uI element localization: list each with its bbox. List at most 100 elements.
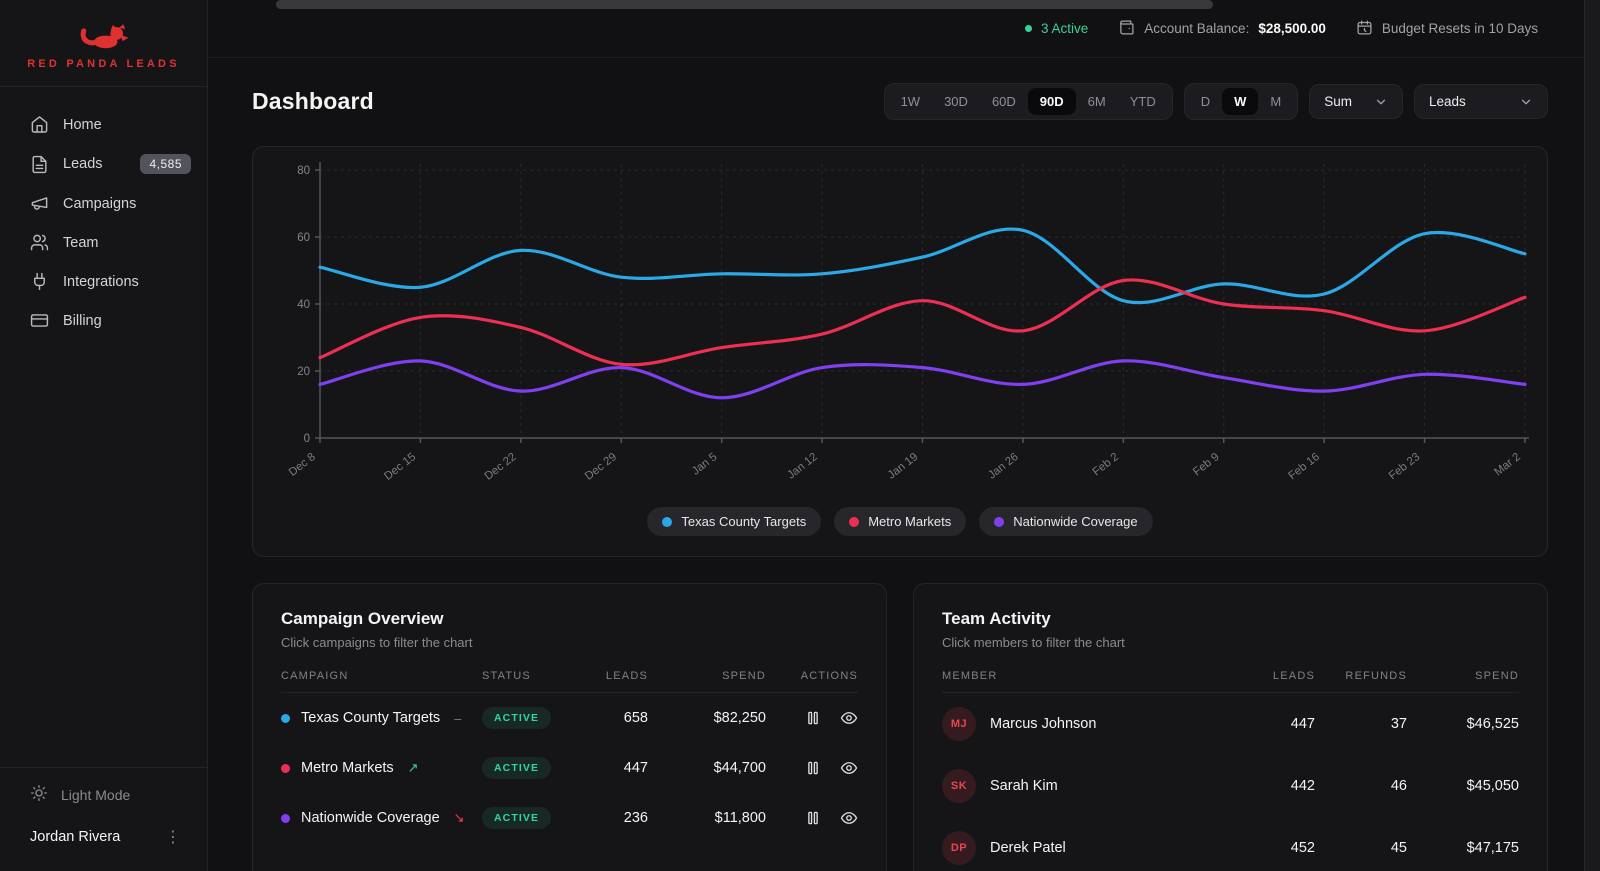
balance-label: Account Balance: [1144, 21, 1249, 36]
sidebar-item-home[interactable]: Home [0, 105, 207, 144]
sidebar-item-billing[interactable]: Billing [0, 301, 207, 340]
avatar: MJ [942, 707, 976, 741]
metric-select[interactable]: Leads [1414, 84, 1548, 119]
trend-flat-icon: – [454, 711, 461, 726]
x-tick-label: Dec 29 [583, 451, 619, 483]
page-title: Dashboard [252, 88, 374, 115]
theme-toggle-label: Light Mode [61, 787, 130, 803]
range-90d[interactable]: 90D [1028, 88, 1076, 115]
plug-icon [30, 272, 49, 291]
spend-value: $44,700 [648, 760, 766, 776]
column-header: REFUNDS [1315, 670, 1407, 682]
sidebar-item-label: Home [63, 117, 102, 133]
legend-item[interactable]: Metro Markets [834, 507, 966, 536]
x-tick-label: Jan 19 [886, 451, 921, 482]
sidebar-item-leads[interactable]: Leads4,585 [0, 144, 207, 184]
metric-value: Leads [1429, 94, 1466, 109]
column-header: LEADS [1243, 670, 1315, 682]
sidebar-item-team[interactable]: Team [0, 223, 207, 262]
sidebar-footer: Light Mode Jordan Rivera ⋮ [0, 767, 207, 871]
sun-icon [30, 784, 48, 805]
column-header: CAMPAIGN [281, 670, 482, 682]
legend-label: Metro Markets [868, 514, 951, 529]
team-member-row[interactable]: SKSarah Kim44246$45,050 [942, 755, 1519, 817]
scrollbar-track[interactable] [1584, 0, 1600, 871]
campaign-table-header: CAMPAIGNSTATUSLEADSSPENDACTIONS [281, 650, 858, 693]
pause-icon[interactable] [804, 759, 822, 777]
kebab-menu-icon[interactable]: ⋮ [165, 827, 181, 847]
member-name: Derek Patel [990, 840, 1066, 856]
campaign-overview-title: Campaign Overview [281, 609, 858, 629]
column-header: SPEND [648, 670, 766, 682]
status-badge: ACTIVE [482, 807, 551, 829]
team-member-row[interactable]: MJMarcus Johnson44737$46,525 [942, 693, 1519, 755]
chevron-down-icon [1519, 95, 1533, 109]
x-tick-label: Feb 16 [1286, 451, 1322, 483]
legend-item[interactable]: Texas County Targets [647, 507, 821, 536]
legend-dot [849, 517, 859, 527]
eye-icon[interactable] [840, 709, 858, 727]
x-tick-label: Feb 2 [1091, 451, 1122, 479]
refunds-value: 46 [1315, 778, 1407, 794]
range-60d[interactable]: 60D [980, 88, 1028, 115]
refunds-value: 45 [1315, 840, 1407, 856]
home-icon [30, 115, 49, 134]
campaign-row[interactable]: Nationwide Coverage↘ACTIVE236$11,800 [281, 793, 858, 843]
campaign-overview-subtitle: Click campaigns to filter the chart [281, 635, 858, 650]
x-tick-label: Jan 26 [986, 451, 1021, 482]
leads-value: 447 [1243, 716, 1315, 732]
pause-icon[interactable] [804, 809, 822, 827]
y-tick-label: 80 [297, 165, 310, 177]
range-ytd[interactable]: YTD [1118, 88, 1168, 115]
window-chrome-bar [276, 0, 1213, 9]
sidebar-item-integrations[interactable]: Integrations [0, 262, 207, 301]
eye-icon[interactable] [840, 809, 858, 827]
chart-legend: Texas County Targets Metro Markets Nationw… [253, 507, 1547, 536]
status-dot [1025, 25, 1032, 32]
status-label: 3 Active [1041, 21, 1088, 36]
campaign-row[interactable]: Metro Markets↗ACTIVE447$44,700 [281, 743, 858, 793]
x-tick-label: Jan 12 [785, 451, 820, 482]
megaphone-icon [30, 194, 49, 213]
granularity-w[interactable]: W [1222, 88, 1258, 115]
pause-icon[interactable] [804, 709, 822, 727]
sidebar-item-label: Billing [63, 313, 102, 329]
budget-label: Budget Resets in 10 Days [1382, 21, 1538, 36]
legend-item[interactable]: Nationwide Coverage [979, 507, 1152, 536]
eye-icon[interactable] [840, 759, 858, 777]
column-header: STATUS [482, 670, 578, 682]
leads-chart: 020406080Dec 8Dec 15Dec 22Dec 29Jan 5Jan… [253, 147, 1533, 499]
leads-value: 658 [578, 710, 648, 726]
column-header: SPEND [1407, 670, 1519, 682]
campaign-row[interactable]: Texas County Targets–ACTIVE658$82,250 [281, 693, 858, 743]
x-tick-label: Feb 23 [1387, 451, 1423, 483]
user-menu[interactable]: Jordan Rivera ⋮ [0, 815, 207, 853]
sidebar-item-campaigns[interactable]: Campaigns [0, 184, 207, 223]
x-tick-label: Dec 15 [382, 451, 418, 483]
campaign-table-body: Texas County Targets–ACTIVE658$82,250Met… [281, 693, 858, 843]
theme-toggle[interactable]: Light Mode [0, 768, 207, 815]
header-controls: 1W30D60D90D6MYTD DWM Sum Leads [884, 83, 1548, 120]
column-header: ACTIONS [766, 670, 858, 682]
brand-name: RED PANDA LEADS [10, 58, 197, 70]
x-tick-label: Mar 2 [1492, 451, 1523, 479]
chevron-down-icon [1374, 95, 1388, 109]
aggregation-select[interactable]: Sum [1309, 84, 1403, 119]
avatar: SK [942, 769, 976, 803]
campaign-name: Texas County Targets [301, 710, 440, 726]
series-color-dot [281, 714, 290, 723]
sidebar-nav: Home Leads4,585CampaignsTeamIntegrations B… [0, 87, 207, 767]
column-header: MEMBER [942, 670, 1243, 682]
granularity-m[interactable]: M [1258, 88, 1293, 115]
spend-value: $45,050 [1407, 778, 1519, 794]
range-30d[interactable]: 30D [932, 88, 980, 115]
member-name: Sarah Kim [990, 778, 1058, 794]
team-activity-card: Team Activity Click members to filter th… [913, 583, 1548, 871]
team-member-row[interactable]: DPDerek Patel45245$47,175 [942, 817, 1519, 871]
series-line [320, 361, 1525, 398]
granularity-d[interactable]: D [1189, 88, 1222, 115]
avatar: DP [942, 831, 976, 865]
users-icon [30, 233, 49, 252]
range-1w[interactable]: 1W [889, 88, 933, 115]
range-6m[interactable]: 6M [1076, 88, 1118, 115]
